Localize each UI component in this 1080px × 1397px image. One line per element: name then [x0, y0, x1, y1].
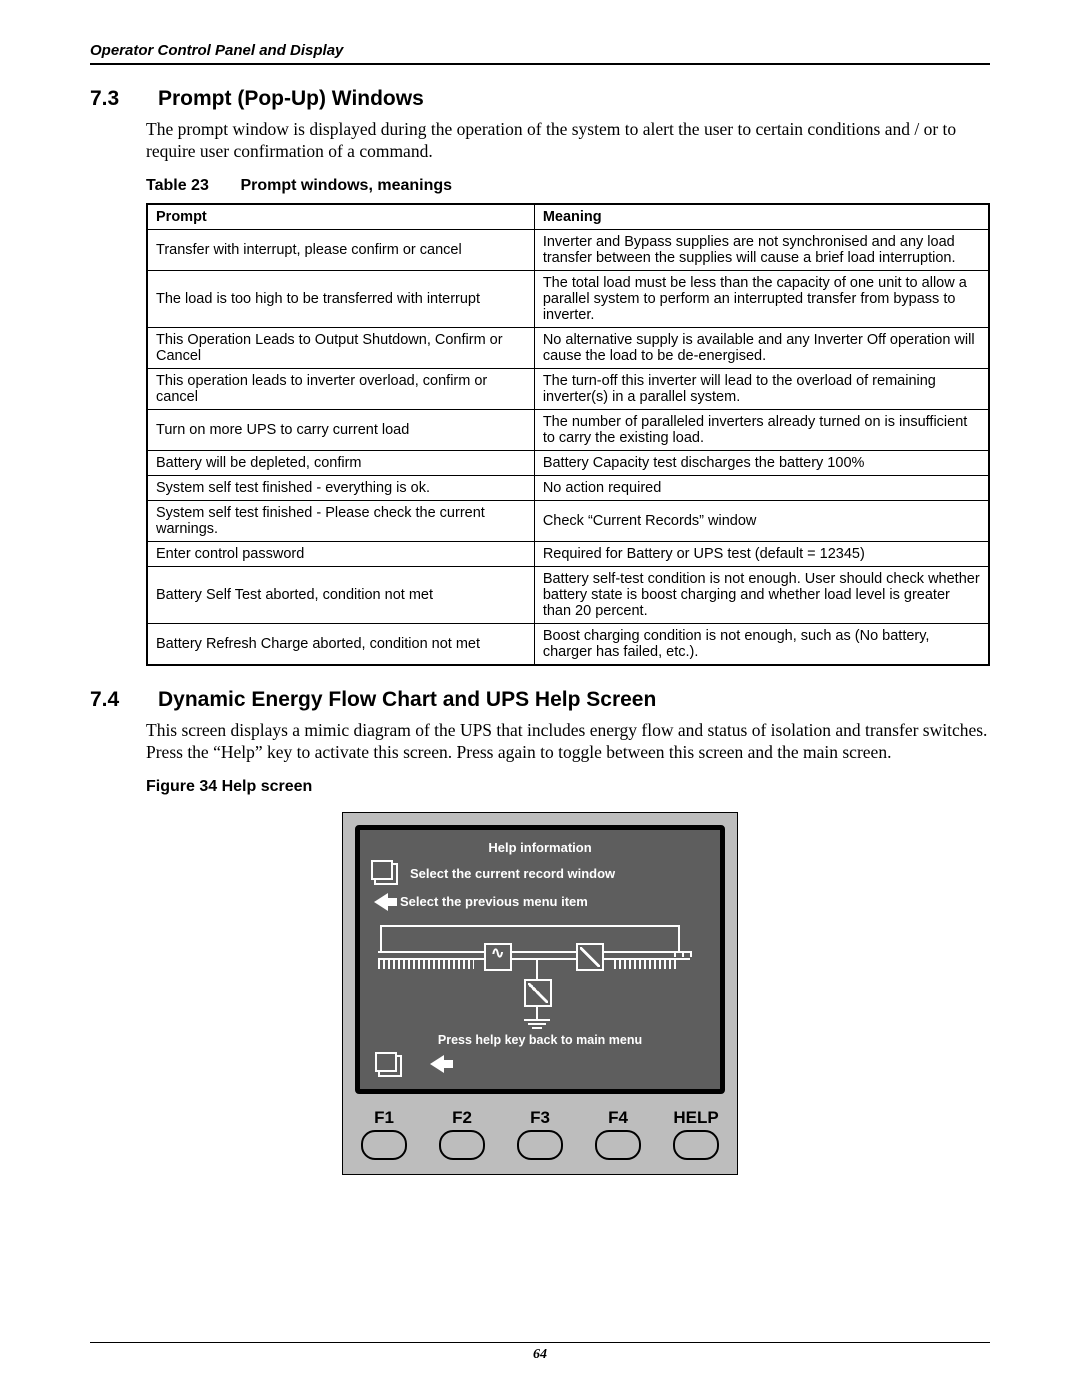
- arrow-left-icon: [374, 893, 388, 911]
- table-row: This operation leads to inverter overloa…: [147, 368, 989, 409]
- section-7-3-heading: 7.3 Prompt (Pop-Up) Windows: [90, 87, 990, 111]
- page-header: Operator Control Panel and Display: [90, 42, 990, 65]
- meaning-cell: The turn-off this inverter will lead to …: [534, 368, 989, 409]
- f2-button[interactable]: [439, 1130, 485, 1160]
- prompt-cell: The load is too high to be transferred w…: [147, 270, 534, 327]
- lcd-screen: Help information Select the current reco…: [355, 825, 725, 1094]
- meaning-cell: Battery self-test condition is not enoug…: [534, 566, 989, 623]
- f1-button[interactable]: [361, 1130, 407, 1160]
- prompt-cell: Enter control password: [147, 541, 534, 566]
- table-row: Battery Self Test aborted, condition not…: [147, 566, 989, 623]
- help-line-1: Select the current record window: [410, 866, 706, 881]
- help-line-2: Select the previous menu item: [400, 894, 706, 909]
- meaning-cell: Battery Capacity test discharges the bat…: [534, 450, 989, 475]
- help-screen-device: Help information Select the current reco…: [342, 812, 738, 1175]
- table-row: Battery Refresh Charge aborted, conditio…: [147, 623, 989, 665]
- energy-flow-mimic: [374, 919, 706, 1029]
- function-key-row: F1 F2 F3 F4 HELP: [355, 1108, 725, 1160]
- f3-label: F3: [517, 1108, 563, 1128]
- page-number: 64: [90, 1342, 990, 1363]
- f1-label: F1: [361, 1108, 407, 1128]
- table-row: System self test finished - everything i…: [147, 475, 989, 500]
- section-number: 7.4: [90, 688, 134, 712]
- help-footer: Press help key back to main menu: [374, 1033, 706, 1047]
- prompt-cell: This operation leads to inverter overloa…: [147, 368, 534, 409]
- meaning-cell: Required for Battery or UPS test (defaul…: [534, 541, 989, 566]
- table-row: Turn on more UPS to carry current loadTh…: [147, 409, 989, 450]
- table-row: System self test finished - Please check…: [147, 500, 989, 541]
- meaning-cell: Check “Current Records” window: [534, 500, 989, 541]
- prompt-cell: Battery Refresh Charge aborted, conditio…: [147, 623, 534, 665]
- table-caption-lead: Table 23: [146, 177, 236, 195]
- table-row: Battery will be depleted, confirmBattery…: [147, 450, 989, 475]
- prompt-cell: Battery will be depleted, confirm: [147, 450, 534, 475]
- table-row: The load is too high to be transferred w…: [147, 270, 989, 327]
- meaning-cell: Inverter and Bypass supplies are not syn…: [534, 229, 989, 270]
- table-23-caption: Table 23 Prompt windows, meanings: [146, 177, 990, 195]
- prompt-cell: System self test finished - everything i…: [147, 475, 534, 500]
- section-7-4-body: This screen displays a mimic diagram of …: [146, 720, 990, 764]
- figure-34-caption: Figure 34 Help screen: [146, 778, 990, 796]
- section-7-3-body: The prompt window is displayed during th…: [146, 119, 990, 163]
- records-icon: [378, 1055, 402, 1077]
- meaning-cell: No alternative supply is available and a…: [534, 327, 989, 368]
- f2-label: F2: [439, 1108, 485, 1128]
- meaning-cell: The total load must be less than the cap…: [534, 270, 989, 327]
- table-row: Enter control passwordRequired for Batte…: [147, 541, 989, 566]
- meaning-cell: The number of paralleled inverters alrea…: [534, 409, 989, 450]
- arrow-left-icon: [430, 1055, 444, 1073]
- meaning-cell: No action required: [534, 475, 989, 500]
- col-header-prompt: Prompt: [147, 204, 534, 230]
- prompt-cell: Turn on more UPS to carry current load: [147, 409, 534, 450]
- f4-button[interactable]: [595, 1130, 641, 1160]
- section-title: Prompt (Pop-Up) Windows: [158, 87, 424, 111]
- help-title: Help information: [374, 840, 706, 855]
- table-row: This Operation Leads to Output Shutdown,…: [147, 327, 989, 368]
- prompt-cell: Battery Self Test aborted, condition not…: [147, 566, 534, 623]
- prompt-cell: Transfer with interrupt, please confirm …: [147, 229, 534, 270]
- prompt-cell: System self test finished - Please check…: [147, 500, 534, 541]
- prompt-cell: This Operation Leads to Output Shutdown,…: [147, 327, 534, 368]
- table-caption-text: Prompt windows, meanings: [240, 177, 452, 194]
- prompt-table: Prompt Meaning Transfer with interrupt, …: [146, 203, 990, 666]
- f3-button[interactable]: [517, 1130, 563, 1160]
- section-title: Dynamic Energy Flow Chart and UPS Help S…: [158, 688, 656, 712]
- section-7-4-heading: 7.4 Dynamic Energy Flow Chart and UPS He…: [90, 688, 990, 712]
- section-number: 7.3: [90, 87, 134, 111]
- records-icon: [374, 863, 398, 885]
- table-row: Transfer with interrupt, please confirm …: [147, 229, 989, 270]
- col-header-meaning: Meaning: [534, 204, 989, 230]
- help-button[interactable]: [673, 1130, 719, 1160]
- meaning-cell: Boost charging condition is not enough, …: [534, 623, 989, 665]
- f4-label: F4: [595, 1108, 641, 1128]
- help-label: HELP: [673, 1108, 719, 1128]
